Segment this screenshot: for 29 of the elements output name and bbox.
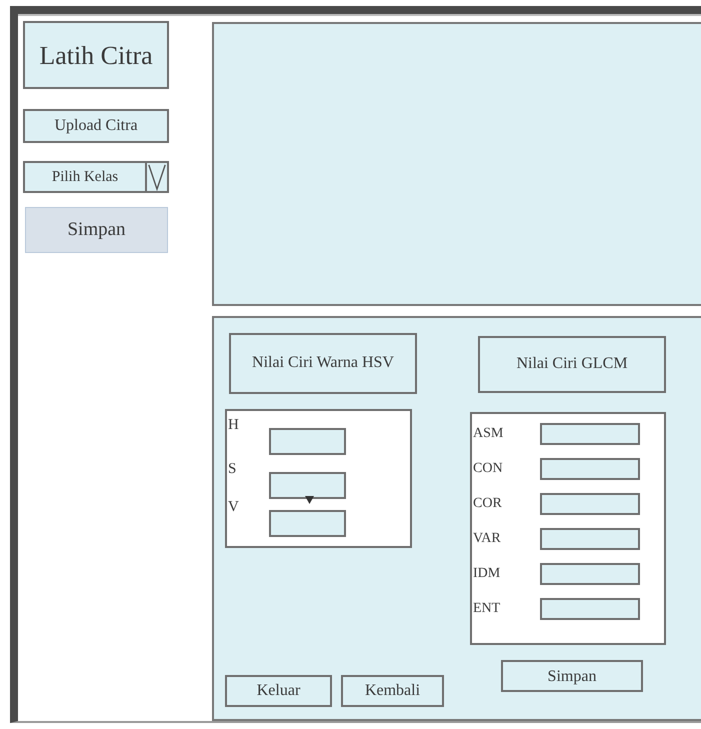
input-field[interactable] — [269, 510, 346, 537]
triangle-icon — [305, 496, 314, 504]
section-heading: Nilai Ciri Warna HSV — [229, 332, 417, 394]
input-field[interactable] — [540, 422, 640, 445]
save-button[interactable]: Simpan — [501, 660, 643, 692]
page-title: Latih Citra — [23, 21, 169, 89]
caret-icon — [145, 163, 167, 191]
back-button[interactable]: Kembali — [341, 675, 444, 707]
field-label: IDM — [472, 566, 502, 582]
input-field[interactable] — [540, 492, 640, 515]
field-label: S — [227, 460, 238, 477]
input-field[interactable] — [269, 472, 346, 499]
input-field[interactable] — [540, 562, 640, 585]
section-heading: Nilai Ciri GLCM — [478, 336, 666, 393]
field-label: ENT — [472, 600, 502, 617]
field-label: VAR — [472, 530, 502, 547]
input-field[interactable] — [540, 598, 640, 620]
exit-button[interactable]: Keluar — [225, 675, 332, 707]
input-field[interactable] — [540, 528, 640, 550]
save-button[interactable]: Simpan — [25, 207, 168, 253]
field-label: ASM — [472, 426, 504, 442]
field-label: H — [227, 416, 240, 433]
class-dropdown[interactable]: Pilih Kelas — [23, 161, 169, 193]
upload-button[interactable]: Upload Citra — [23, 109, 169, 143]
input-field[interactable] — [269, 428, 346, 455]
field-label: CON — [472, 460, 504, 477]
field-label: V — [227, 498, 240, 515]
field-label: COR — [472, 496, 503, 512]
input-field[interactable] — [540, 458, 640, 480]
